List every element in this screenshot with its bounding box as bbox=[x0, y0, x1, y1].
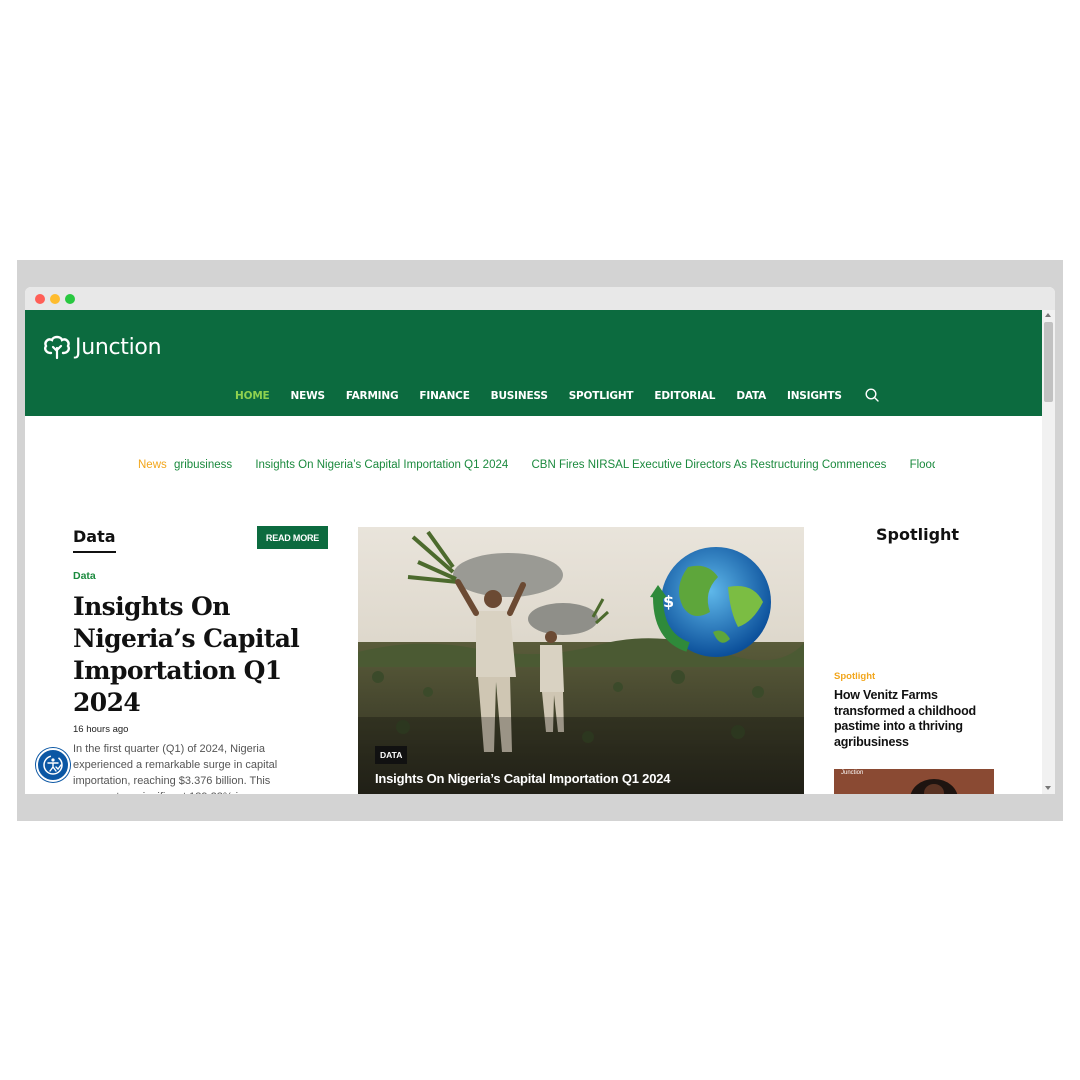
svg-text:$: $ bbox=[663, 592, 674, 611]
page-viewport: Junction HOME NEWS FARMING FINANCE BUSIN… bbox=[25, 310, 1042, 794]
scroll-up-arrow-icon[interactable] bbox=[1045, 313, 1051, 317]
scroll-down-arrow-icon[interactable] bbox=[1045, 786, 1051, 790]
page-scrollbar[interactable] bbox=[1042, 310, 1055, 794]
news-ticker: News gribusiness Insights On Nigeria’s C… bbox=[138, 459, 935, 475]
browser-titlebar bbox=[25, 287, 1055, 310]
read-more-button[interactable]: READ MORE bbox=[257, 526, 328, 549]
nav-item-finance[interactable]: FINANCE bbox=[419, 390, 469, 402]
featured-article-card[interactable]: $ DATA Insights On Nigeria’s Capital Imp… bbox=[358, 527, 804, 794]
nav-item-data[interactable]: DATA bbox=[736, 390, 766, 402]
nav-item-news[interactable]: NEWS bbox=[291, 390, 326, 402]
nav-item-farming[interactable]: FARMING bbox=[346, 390, 399, 402]
spotlight-article-title[interactable]: How Venitz Farms transformed a childhood… bbox=[834, 688, 999, 750]
search-icon[interactable] bbox=[865, 388, 879, 402]
featured-article-title[interactable]: Insights On Nigeria’s Capital Importatio… bbox=[375, 771, 670, 786]
ticker-item[interactable]: Insights On Nigeria’s Capital Importatio… bbox=[255, 459, 508, 471]
scrollbar-thumb[interactable] bbox=[1044, 322, 1053, 402]
article-category[interactable]: Data bbox=[73, 570, 96, 582]
featured-category-badge[interactable]: DATA bbox=[375, 746, 408, 764]
thumbnail-logo: Junction bbox=[841, 770, 864, 776]
ticker-item[interactable]: CBN Fires NIRSAL Executive Directors As … bbox=[531, 459, 886, 471]
nav-item-spotlight[interactable]: SPOTLIGHT bbox=[569, 390, 634, 402]
site-logo-text: Junction bbox=[75, 334, 162, 360]
site-logo[interactable]: Junction bbox=[43, 334, 162, 360]
featured-article-image: $ bbox=[358, 527, 804, 794]
nav-item-editorial[interactable]: EDITORIAL bbox=[654, 390, 715, 402]
close-window-button[interactable] bbox=[35, 294, 45, 304]
minimize-window-button[interactable] bbox=[50, 294, 60, 304]
nav-item-business[interactable]: BUSINESS bbox=[491, 390, 548, 402]
spotlight-category[interactable]: Spotlight bbox=[834, 671, 875, 682]
section-heading-data: Data bbox=[73, 527, 116, 553]
browser-window: Junction HOME NEWS FARMING FINANCE BUSIN… bbox=[25, 287, 1055, 794]
tree-logo-icon bbox=[44, 335, 70, 360]
ticker-item[interactable]: Flood E bbox=[910, 459, 935, 471]
nav-item-home[interactable]: HOME bbox=[235, 390, 270, 402]
article-timestamp: 16 hours ago bbox=[73, 724, 129, 735]
spotlight-article-thumbnail[interactable]: Junction bbox=[834, 769, 994, 794]
main-nav: HOME NEWS FARMING FINANCE BUSINESS SPOTL… bbox=[235, 388, 879, 402]
article-headline[interactable]: Insights On Nigeria’s Capital Importatio… bbox=[73, 591, 323, 719]
site-header: Junction HOME NEWS FARMING FINANCE BUSIN… bbox=[25, 310, 1042, 416]
article-excerpt: In the first quarter (Q1) of 2024, Niger… bbox=[73, 743, 278, 794]
ticker-label: News bbox=[138, 459, 167, 471]
maximize-window-button[interactable] bbox=[65, 294, 75, 304]
accessibility-icon bbox=[43, 755, 63, 775]
ticker-item[interactable]: gribusiness bbox=[174, 459, 232, 471]
accessibility-button[interactable] bbox=[36, 748, 70, 782]
nav-item-insights[interactable]: INSIGHTS bbox=[787, 390, 842, 402]
section-heading-spotlight: Spotlight bbox=[876, 525, 960, 544]
